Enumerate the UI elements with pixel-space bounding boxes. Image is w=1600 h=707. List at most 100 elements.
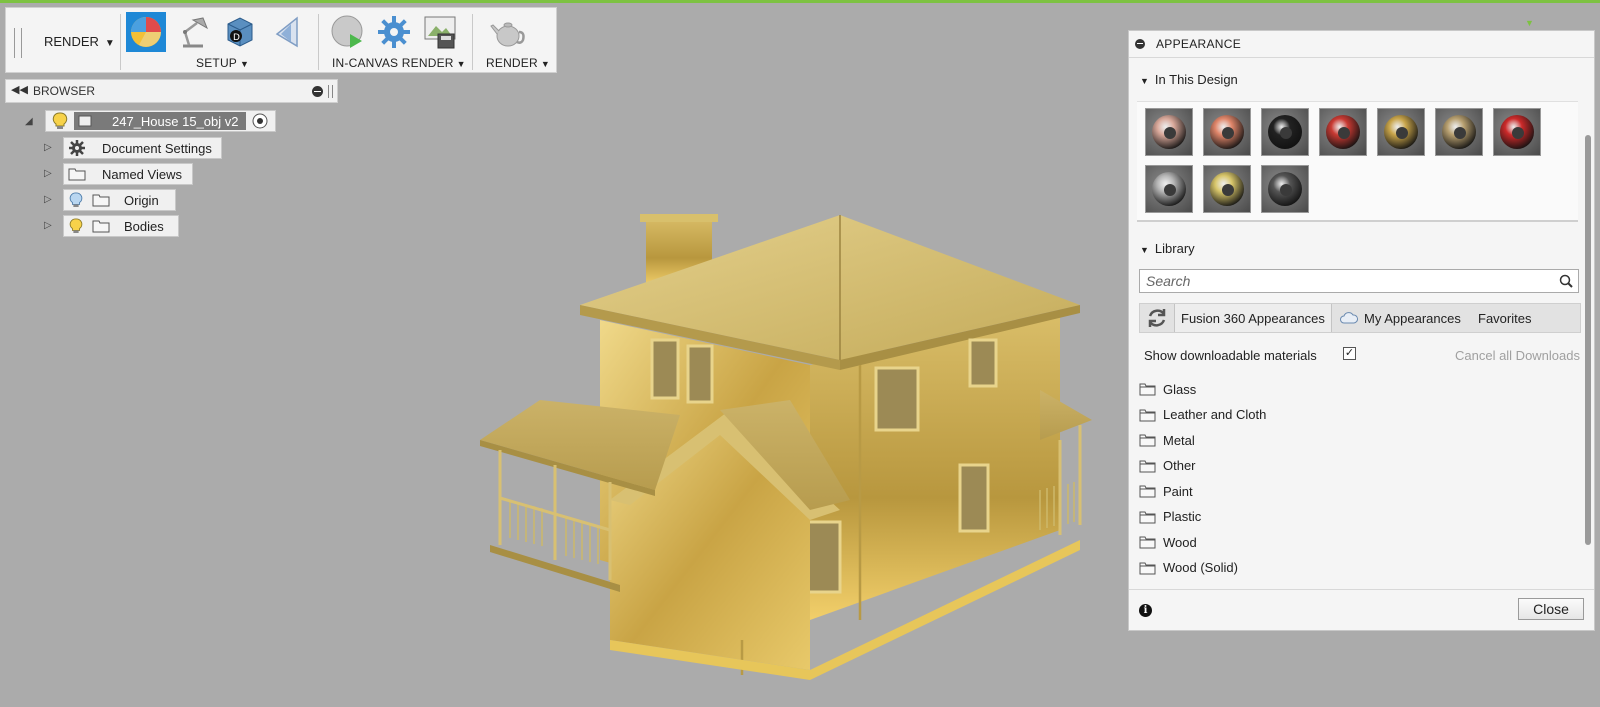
folder-label: Paint (1163, 483, 1193, 499)
house-3d-model[interactable] (480, 200, 1120, 690)
folder-icon (1139, 562, 1156, 574)
library-folder[interactable]: Wood (1139, 531, 1197, 553)
folder-label: Other (1163, 458, 1196, 473)
tab-fusion-360-appearances[interactable]: Fusion 360 Appearances (1174, 304, 1332, 332)
expand-document-settings-icon[interactable]: ▷ (44, 142, 52, 153)
show-downloadable-checkbox[interactable]: ✓ (1343, 347, 1356, 360)
library-folder[interactable]: Wood (Solid) (1139, 557, 1238, 579)
in-this-design-label: In This Design (1154, 72, 1238, 87)
lightbulb-icon[interactable] (69, 217, 83, 235)
expand-origin-icon[interactable]: ▷ (44, 194, 52, 205)
refresh-icon (1148, 309, 1166, 327)
setup-group-label[interactable]: SETUP ▼ (196, 56, 249, 70)
toolbar-grip[interactable] (14, 28, 22, 58)
chevron-down-icon: ▼ (540, 59, 550, 69)
folder-icon (92, 220, 110, 233)
library-folder[interactable]: Paint (1139, 480, 1193, 502)
appearance-swatch[interactable] (1493, 108, 1541, 156)
lightbulb-icon[interactable] (52, 112, 68, 130)
tab-label: Fusion 360 Appearances (1181, 310, 1325, 326)
browser-root-node[interactable]: 247_House 15_obj v2 (45, 110, 276, 132)
browser-item-label: Named Views (102, 166, 182, 182)
cloud-icon (1340, 312, 1358, 324)
close-button[interactable]: Close (1518, 598, 1584, 620)
library-folder[interactable]: Glass (1139, 378, 1196, 400)
in-canvas-render-group-label[interactable]: IN-CANVAS RENDER ▼ (332, 56, 466, 70)
texture-cube-icon: D (227, 17, 253, 47)
library-label: Library (1154, 241, 1195, 256)
torus-preview-icon (1268, 115, 1302, 149)
appearance-swatch[interactable] (1203, 165, 1251, 213)
collapse-triangle-icon: ▼ (1140, 76, 1149, 86)
refresh-library-button[interactable] (1140, 304, 1174, 332)
info-icon[interactable]: i (1139, 604, 1152, 617)
folder-icon (68, 168, 86, 181)
appearance-swatch[interactable] (1377, 108, 1425, 156)
appearance-header[interactable]: APPEARANCE (1129, 31, 1594, 58)
status-indicator-icon: ▼ (1525, 18, 1534, 28)
minimize-icon[interactable] (312, 86, 323, 97)
library-folder[interactable]: Other (1139, 455, 1196, 477)
appearance-swatch[interactable] (1435, 108, 1483, 156)
torus-preview-icon (1326, 115, 1360, 149)
appearance-swatch[interactable] (1145, 165, 1193, 213)
library-folder[interactable]: Metal (1139, 429, 1195, 451)
tab-label: My Appearances (1364, 310, 1461, 326)
workspace-switcher[interactable]: RENDER ▼ (44, 34, 115, 49)
in-canvas-render-settings-button[interactable] (374, 12, 414, 52)
folder-label: Glass (1163, 381, 1197, 397)
expand-root-icon[interactable]: ◢ (25, 116, 33, 127)
library-tabs: Fusion 360 Appearances My Appearances Fa… (1139, 303, 1581, 333)
browser-item-document-settings[interactable]: Document Settings (63, 137, 222, 159)
texture-map-button[interactable]: D (220, 12, 260, 52)
appearance-swatch[interactable] (1319, 108, 1367, 156)
browser-item-origin[interactable]: Origin (63, 189, 176, 211)
top-accent-line (0, 0, 1600, 3)
appearance-swatch[interactable] (1145, 108, 1193, 156)
render-button[interactable] (488, 12, 528, 52)
folder-label: Metal (1163, 432, 1195, 448)
in-canvas-render-button[interactable] (328, 12, 368, 52)
render-toolbar: RENDER ▼ D SETUP ▼ IN-CANVAS RENDER ▼ RE… (5, 7, 557, 73)
library-folder[interactable]: Leather and Cloth (1139, 404, 1266, 426)
appearance-swatch[interactable] (1261, 108, 1309, 156)
expand-named-views-icon[interactable]: ▷ (44, 168, 52, 179)
render-group-label[interactable]: RENDER ▼ (486, 56, 550, 70)
decal-button[interactable] (267, 12, 307, 52)
search-icon[interactable] (1559, 274, 1573, 288)
render-label: RENDER (486, 56, 538, 70)
scene-settings-button[interactable] (126, 12, 166, 52)
library-header[interactable]: ▼ Library (1140, 241, 1195, 256)
appearance-panel: APPEARANCE ▼ In This Design ▼ Library Sear… (1128, 30, 1595, 631)
cancel-all-downloads-button[interactable]: Cancel all Downloads (1455, 348, 1580, 363)
collapse-triangle-icon: ▼ (1140, 245, 1149, 255)
checkmark-icon: ✓ (1344, 347, 1355, 359)
in-this-design-header[interactable]: ▼ In This Design (1140, 72, 1238, 87)
browser-grip[interactable] (328, 85, 333, 98)
capture-image-icon (424, 16, 456, 49)
panel-scrollbar[interactable] (1585, 135, 1591, 545)
tab-my-appearances[interactable]: My Appearances (1336, 304, 1465, 332)
library-search-input[interactable]: Search (1139, 269, 1579, 293)
gear-icon (69, 140, 85, 156)
folder-icon (92, 194, 110, 207)
lightbulb-off-icon[interactable] (69, 191, 83, 209)
capture-image-button[interactable] (420, 12, 460, 52)
appearance-swatch[interactable] (1261, 165, 1309, 213)
collapse-browser-icon[interactable]: ◀◀ (11, 83, 28, 96)
tab-favorites[interactable]: Favorites (1474, 304, 1535, 332)
browser-item-named-views[interactable]: Named Views (63, 163, 193, 185)
browser-item-bodies[interactable]: Bodies (63, 215, 179, 237)
folder-label: Wood (Solid) (1163, 560, 1238, 575)
appearance-swatch[interactable] (1203, 108, 1251, 156)
minimize-icon[interactable] (1135, 39, 1145, 49)
activate-radio-icon[interactable] (252, 113, 268, 129)
teapot-icon (490, 22, 525, 47)
appearance-lamp-button[interactable] (173, 12, 213, 52)
component-icon (78, 115, 92, 127)
toolbar-divider (120, 14, 121, 70)
expand-bodies-icon[interactable]: ▷ (44, 220, 52, 231)
library-folder[interactable]: Plastic (1139, 506, 1201, 528)
folder-icon (1139, 434, 1156, 447)
folder-label: Plastic (1163, 509, 1202, 524)
